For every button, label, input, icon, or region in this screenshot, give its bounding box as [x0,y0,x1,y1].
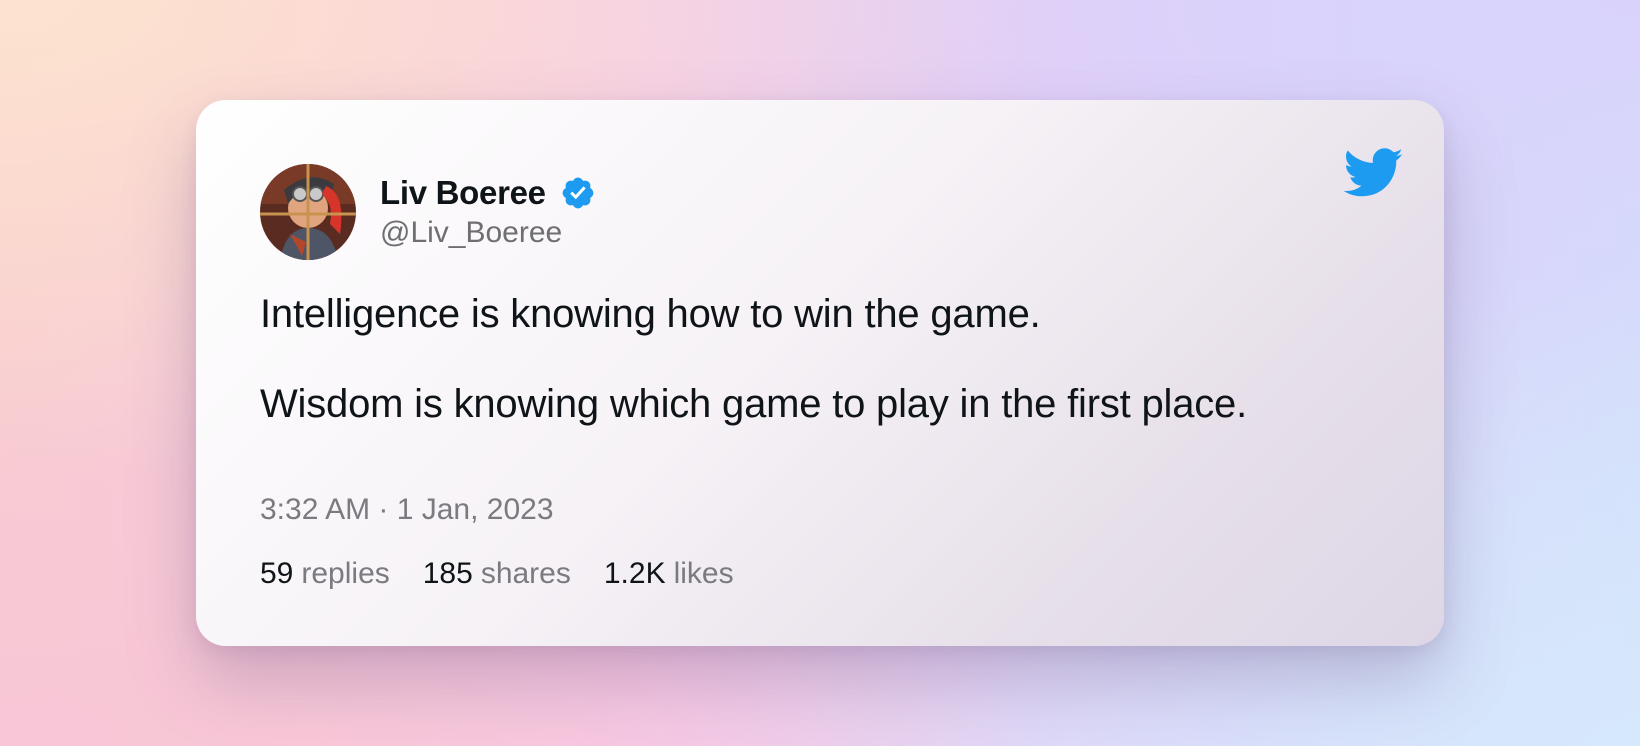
author-handle[interactable]: @Liv_Boeree [380,216,596,250]
likes-count: 1.2K [603,557,666,590]
tweet-timestamp[interactable]: 3:32 AM · 1 Jan, 2023 [260,493,554,527]
author-block: Liv Boeree @Liv_Boeree [380,172,596,250]
verified-badge-icon [560,175,596,211]
tweet-text: Intelligence is knowing how to win the g… [260,290,1380,470]
tweet-stats: 59 replies 185 shares 1.2K likes [260,557,767,591]
replies-label: replies [301,557,390,590]
twitter-bird-icon[interactable] [1343,148,1404,198]
shares-count: 185 [422,557,473,590]
likes-label: likes [673,557,734,590]
author-name[interactable]: Liv Boeree [380,174,546,212]
tweet-text-line-1: Intelligence is knowing how to win the g… [260,292,1041,336]
tweet-text-line-2: Wisdom is knowing which game to play in … [260,382,1248,426]
replies-stat[interactable]: 59 replies [260,557,390,591]
replies-count: 59 [260,557,294,590]
shares-stat[interactable]: 185 shares [423,557,571,591]
avatar[interactable] [260,164,356,260]
shares-label: shares [480,557,571,590]
author-name-row: Liv Boeree [380,172,596,214]
tweet-card: Liv Boeree @Liv_Boeree Intelligence is k… [196,100,1444,646]
likes-stat[interactable]: 1.2K likes [604,557,734,591]
